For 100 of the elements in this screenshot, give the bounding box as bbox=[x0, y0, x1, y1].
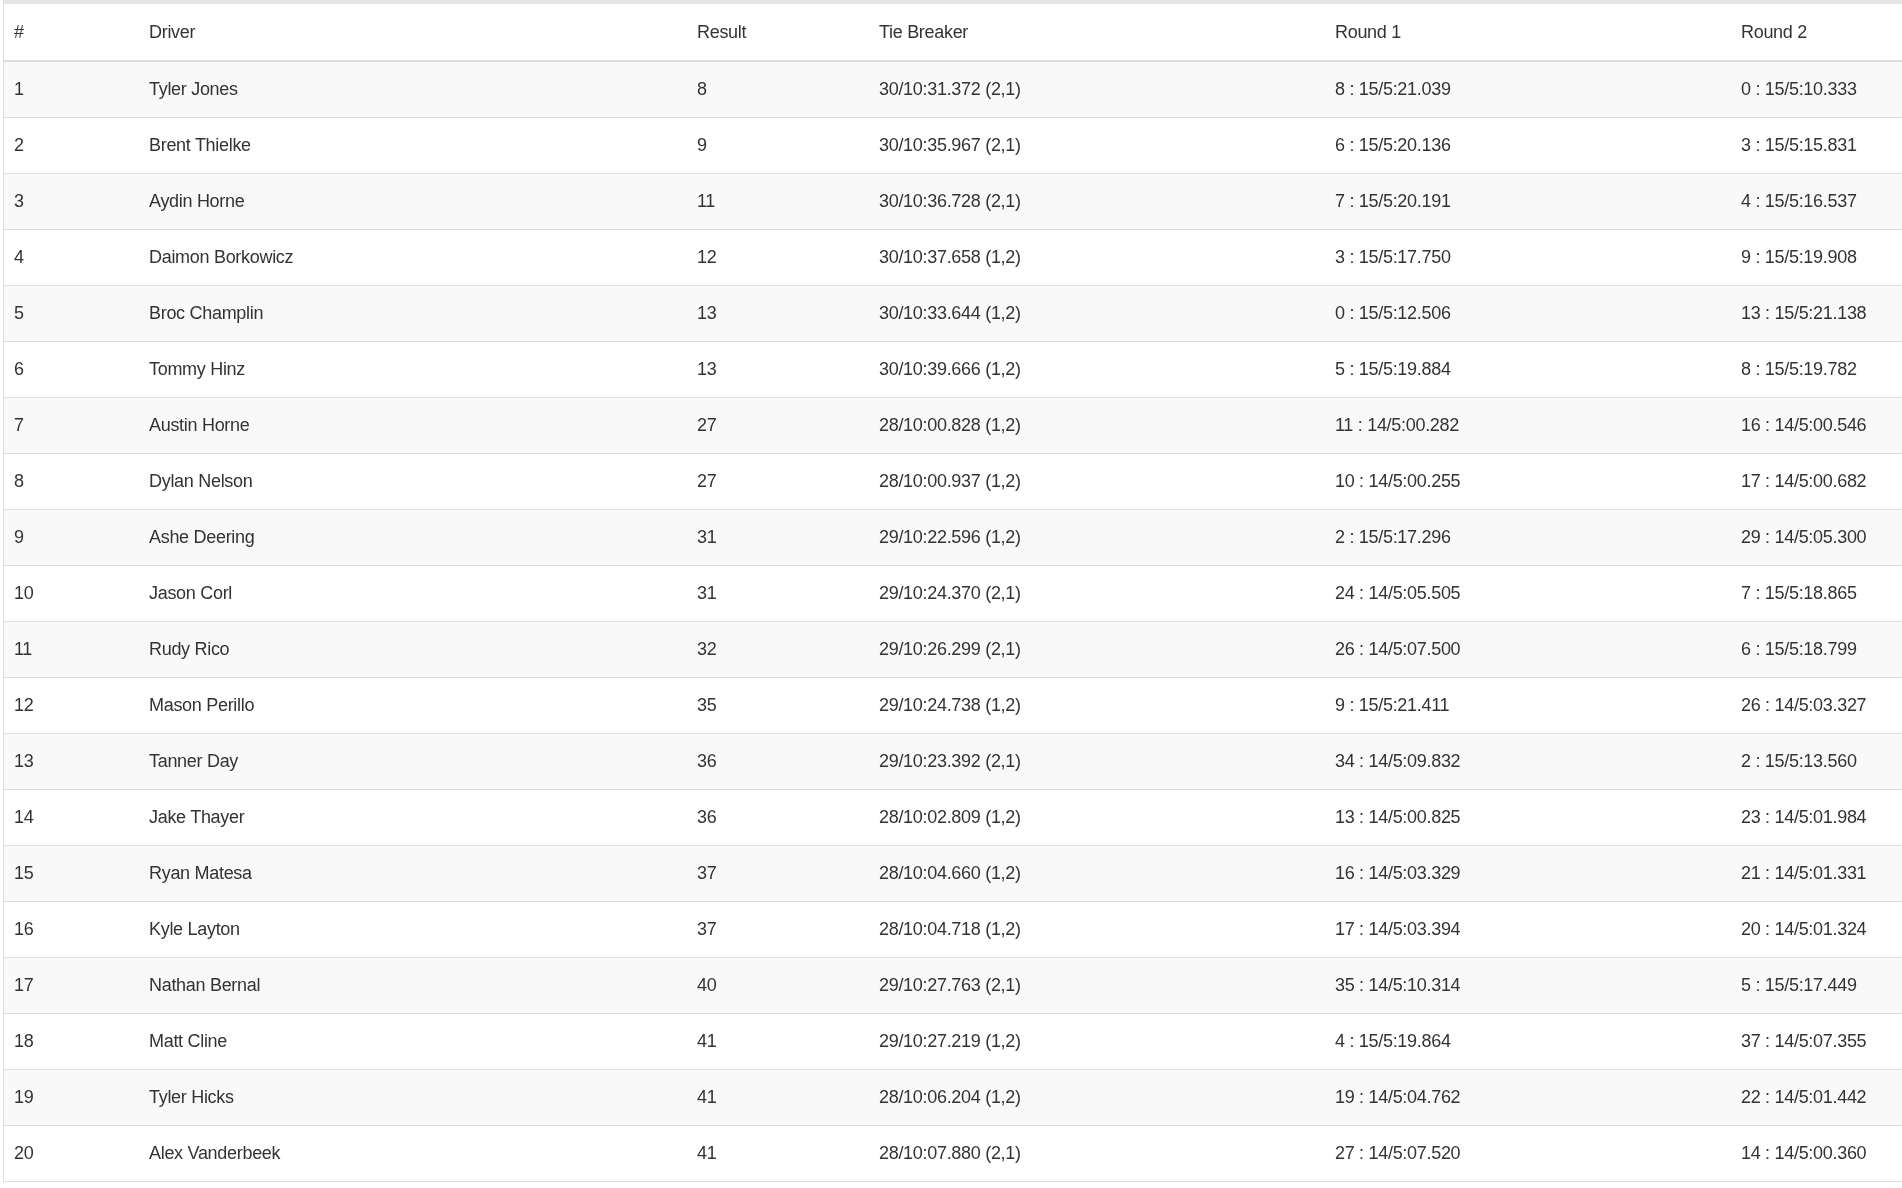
table-cell-text: Brent Thielke bbox=[149, 134, 252, 157]
table-cell-text: 31 bbox=[697, 582, 718, 605]
table-cell-text: 12 bbox=[697, 246, 718, 269]
table-cell-text: 29/10:27.219 (1,2) bbox=[879, 1030, 1022, 1053]
table-cell-text: 18 bbox=[14, 1030, 35, 1053]
table-cell-text: 7 : 15/5:20.191 bbox=[1335, 190, 1452, 213]
table-cell-text: 19 bbox=[14, 1086, 35, 1109]
table-cell-text: 16 : 14/5:03.329 bbox=[1335, 862, 1462, 885]
table-cell-text: 6 : 15/5:20.136 bbox=[1335, 134, 1452, 157]
table-cell-text: Aydin Horne bbox=[149, 190, 246, 213]
table-cell-text: Tommy Hinz bbox=[149, 358, 246, 381]
table-cell-text: 14 bbox=[14, 806, 35, 829]
table-cell-text: 29 : 14/5:05.300 bbox=[1741, 526, 1868, 549]
table-cell-text: 27 bbox=[697, 414, 718, 437]
table-cell-text: 28/10:04.660 (1,2) bbox=[879, 862, 1022, 885]
table-cell-text: 28/10:06.204 (1,2) bbox=[879, 1086, 1022, 1109]
table-cell-text: 23 : 14/5:01.984 bbox=[1741, 806, 1868, 829]
table-cell-text: 16 : 14/5:00.546 bbox=[1741, 414, 1868, 437]
table-cell-text: 37 bbox=[697, 918, 718, 941]
column-header: Tie Breaker bbox=[879, 20, 970, 44]
table-cell-text: 28/10:07.880 (2,1) bbox=[879, 1142, 1022, 1165]
table-cell-text: 10 bbox=[14, 582, 35, 605]
table-cell-text: 29/10:27.763 (2,1) bbox=[879, 974, 1022, 997]
table-cell-text: 13 bbox=[697, 358, 718, 381]
table-cell-text: 37 bbox=[697, 862, 718, 885]
table-cell-text: Nathan Bernal bbox=[149, 974, 262, 997]
table-cell-text: 17 : 14/5:03.394 bbox=[1335, 918, 1462, 941]
table-cell-text: 11 bbox=[14, 638, 34, 661]
table-cell-text: 30/10:37.658 (1,2) bbox=[879, 246, 1022, 269]
table-cell-text: 3 : 15/5:15.831 bbox=[1741, 134, 1858, 157]
table-cell-text: 8 bbox=[697, 78, 708, 101]
table-cell-text: 29/10:23.392 (2,1) bbox=[879, 750, 1022, 773]
table-cell-text: 17 : 14/5:00.682 bbox=[1741, 470, 1868, 493]
table-cell-text: 6 : 15/5:18.799 bbox=[1741, 638, 1858, 661]
table-cell-text: 29/10:24.370 (2,1) bbox=[879, 582, 1022, 605]
table-cell-text: Matt Cline bbox=[149, 1030, 229, 1053]
table-cell-text: Broc Champlin bbox=[149, 302, 265, 325]
table-cell-text: Jake Thayer bbox=[149, 806, 246, 829]
table-cell-text: 30/10:39.666 (1,2) bbox=[879, 358, 1022, 381]
column-header: Driver bbox=[149, 20, 197, 44]
table-cell-text: 34 : 14/5:09.832 bbox=[1335, 750, 1462, 773]
table-cell-text: 29/10:24.738 (1,2) bbox=[879, 694, 1022, 717]
table-cell-text: 29/10:22.596 (1,2) bbox=[879, 526, 1022, 549]
table-cell-text: 7 : 15/5:18.865 bbox=[1741, 582, 1858, 605]
table-cell-text: 5 bbox=[14, 302, 25, 325]
table-cell-text: 7 bbox=[14, 414, 25, 437]
table-cell-text: 8 bbox=[14, 470, 25, 493]
table-cell-text: 13 bbox=[697, 302, 718, 325]
table-cell-text: 35 bbox=[697, 694, 718, 717]
table-cell-text: 20 bbox=[14, 1142, 35, 1165]
table-cell-text: 27 bbox=[697, 470, 718, 493]
table-cell-text: 13 bbox=[14, 750, 35, 773]
table-cell-text: Tanner Day bbox=[149, 750, 240, 773]
table-cell-text: 13 : 14/5:00.825 bbox=[1335, 806, 1462, 829]
table-cell-text: 11 : 14/5:00.282 bbox=[1335, 414, 1460, 437]
table-cell-text: Rudy Rico bbox=[149, 638, 231, 661]
table-cell-text: Austin Horne bbox=[149, 414, 251, 437]
table-cell-text: Ashe Deering bbox=[149, 526, 256, 549]
column-header: Round 2 bbox=[1741, 20, 1808, 44]
table-cell-text: 41 bbox=[697, 1030, 718, 1053]
table-cell-text: 26 : 14/5:07.500 bbox=[1335, 638, 1462, 661]
table-cell-text: 12 bbox=[14, 694, 35, 717]
table-cell-text: 13 : 15/5:21.138 bbox=[1741, 302, 1868, 325]
table-cell-text: 28/10:02.809 (1,2) bbox=[879, 806, 1022, 829]
table-cell-text: 32 bbox=[697, 638, 718, 661]
table-cell-text: 27 : 14/5:07.520 bbox=[1335, 1142, 1462, 1165]
table-cell-text: 2 bbox=[14, 134, 25, 157]
table-cell-text: 20 : 14/5:01.324 bbox=[1741, 918, 1868, 941]
table-cell-text: 24 : 14/5:05.505 bbox=[1335, 582, 1462, 605]
table-cell-text: 8 : 15/5:21.039 bbox=[1335, 78, 1452, 101]
table-cell-text: 9 bbox=[697, 134, 708, 157]
table-cell-text: 26 : 14/5:03.327 bbox=[1741, 694, 1868, 717]
table-cell-text: 1 bbox=[14, 78, 25, 101]
table-cell-text: 41 bbox=[697, 1142, 718, 1165]
table-cell-text: 31 bbox=[697, 526, 718, 549]
table-cell-text: 40 bbox=[697, 974, 718, 997]
table-cell-text: 30/10:35.967 (2,1) bbox=[879, 134, 1022, 157]
table-cell-text: 30/10:33.644 (1,2) bbox=[879, 302, 1022, 325]
table-cell-text: Tyler Hicks bbox=[149, 1086, 235, 1109]
table-cell-text: Ryan Matesa bbox=[149, 862, 253, 885]
table-cell-text: Mason Perillo bbox=[149, 694, 256, 717]
table-cell-text: 30/10:36.728 (2,1) bbox=[879, 190, 1022, 213]
table-cell-text: 28/10:00.828 (1,2) bbox=[879, 414, 1022, 437]
table-cell-text: 14 : 14/5:00.360 bbox=[1741, 1142, 1868, 1165]
table-cell-text: 9 bbox=[14, 526, 25, 549]
table-cell-text: 21 : 14/5:01.331 bbox=[1741, 862, 1868, 885]
table-cell-text: 19 : 14/5:04.762 bbox=[1335, 1086, 1462, 1109]
table-cell-text: 37 : 14/5:07.355 bbox=[1741, 1030, 1868, 1053]
table-cell-text: 15 bbox=[14, 862, 35, 885]
table-cell-text: 17 bbox=[14, 974, 35, 997]
column-header: # bbox=[14, 20, 25, 44]
table-cell-text: Daimon Borkowicz bbox=[149, 246, 295, 269]
table-cell-text: 5 : 15/5:17.449 bbox=[1741, 974, 1858, 997]
table-cell-text: Dylan Nelson bbox=[149, 470, 254, 493]
table-cell-text: 30/10:31.372 (2,1) bbox=[879, 78, 1022, 101]
table-cell-text: 11 bbox=[697, 190, 717, 213]
table-cell-text: Kyle Layton bbox=[149, 918, 241, 941]
table-cell-text: Tyler Jones bbox=[149, 78, 239, 101]
table-cell-text: 3 bbox=[14, 190, 25, 213]
table-cell-text: 28/10:00.937 (1,2) bbox=[879, 470, 1022, 493]
